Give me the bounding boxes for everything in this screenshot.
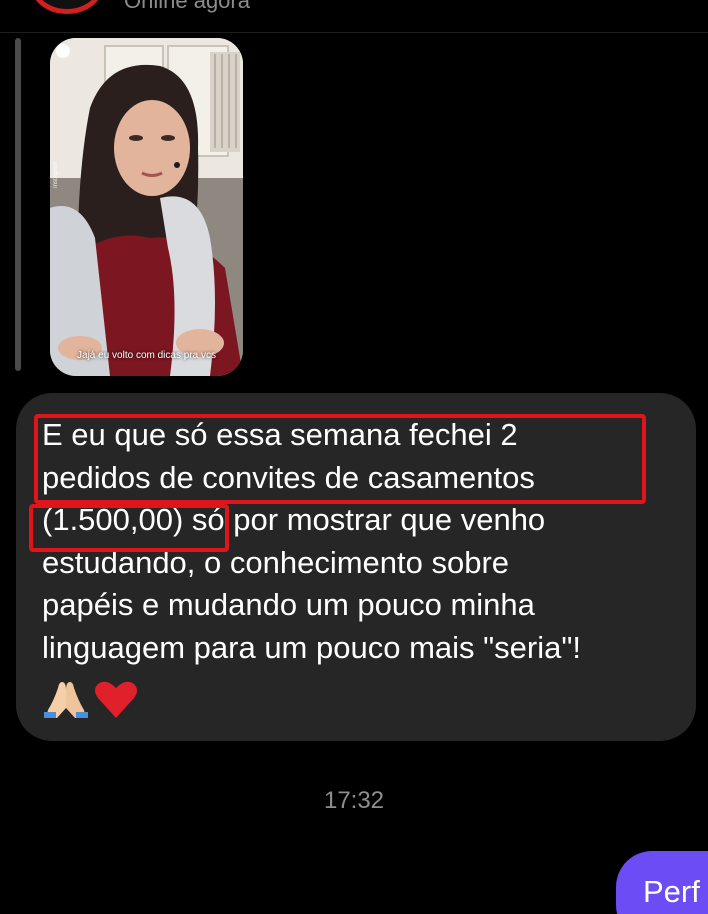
message-text: E eu que só essa semana fechei 2 pedidos… bbox=[42, 414, 692, 669]
message-line: pedidos de convites de casamentos bbox=[42, 459, 535, 495]
message-timestamp: 17:32 bbox=[323, 787, 385, 814]
sent-message-text: Perf bbox=[643, 874, 700, 909]
story-watermark: Instagram bbox=[53, 161, 59, 188]
contact-avatar[interactable] bbox=[30, 0, 104, 14]
message-line: papéis e mudando um pouco minha bbox=[42, 587, 535, 622]
message-line: linguagem para um pouco mais "seria"! bbox=[42, 629, 581, 665]
online-status: Online agora bbox=[124, 0, 250, 13]
folded-hands-icon bbox=[44, 682, 88, 718]
story-image bbox=[50, 38, 243, 376]
emoji-row bbox=[42, 678, 142, 720]
reply-indicator-bar bbox=[15, 38, 21, 371]
message-line: estudando, o conhecimento sobre bbox=[42, 544, 510, 580]
red-heart-icon bbox=[95, 681, 137, 718]
story-caption: Jajá eu volto com dicas pra vcs bbox=[77, 350, 216, 361]
chat-screen: Online agora Instagram Jajá eu volto com… bbox=[0, 0, 708, 914]
message-line: E eu que só essa semana fechei 2 bbox=[42, 417, 518, 452]
message-line: (1.500,00) só por mostrar que venho bbox=[42, 502, 546, 537]
story-reply-thumbnail[interactable]: Instagram Jajá eu volto com dicas pra vc… bbox=[50, 38, 243, 376]
chat-header: Online agora bbox=[0, 0, 708, 33]
